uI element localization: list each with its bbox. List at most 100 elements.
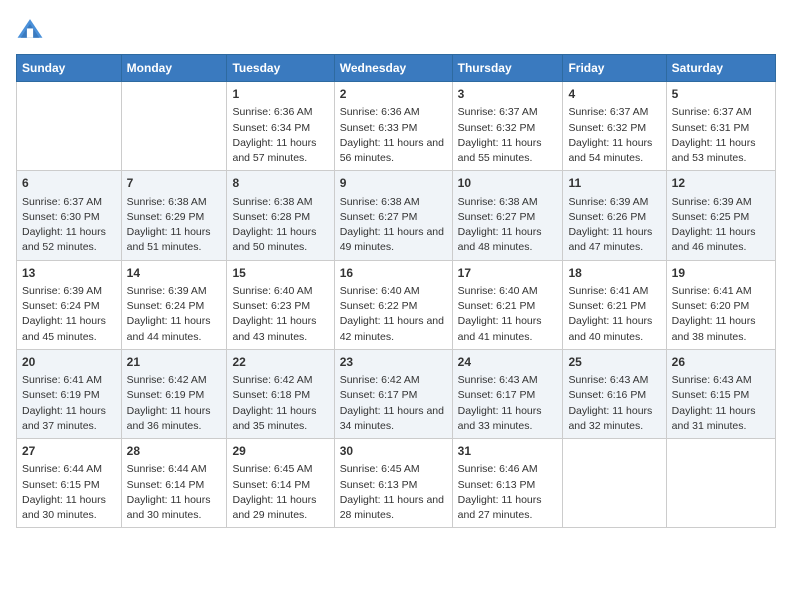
day-content: Sunrise: 6:44 AM Sunset: 6:15 PM Dayligh…: [22, 462, 116, 523]
calendar-cell: 17 Sunrise: 6:40 AM Sunset: 6:21 PM Dayli…: [452, 260, 563, 349]
calendar-cell: 27 Sunrise: 6:44 AM Sunset: 6:15 PM Dayli…: [17, 439, 122, 528]
day-content: Sunrise: 6:42 AM Sunset: 6:17 PM Dayligh…: [340, 373, 447, 434]
calendar-week-row: 27 Sunrise: 6:44 AM Sunset: 6:15 PM Dayli…: [17, 439, 776, 528]
day-content: Sunrise: 6:39 AM Sunset: 6:24 PM Dayligh…: [22, 284, 116, 345]
header-sunday: Sunday: [17, 55, 122, 82]
page-header: [16, 16, 776, 44]
calendar-cell: 20 Sunrise: 6:41 AM Sunset: 6:19 PM Dayli…: [17, 349, 122, 438]
calendar-week-row: 20 Sunrise: 6:41 AM Sunset: 6:19 PM Dayli…: [17, 349, 776, 438]
day-content: Sunrise: 6:45 AM Sunset: 6:14 PM Dayligh…: [232, 462, 328, 523]
calendar-cell: 7 Sunrise: 6:38 AM Sunset: 6:29 PM Daylig…: [121, 171, 227, 260]
day-number: 2: [340, 86, 447, 103]
day-number: 11: [568, 175, 660, 192]
calendar-cell: 28Sunrise: 6:44 AM Sunset: 6:14 PM Dayli…: [121, 439, 227, 528]
calendar-cell: 8 Sunrise: 6:38 AM Sunset: 6:28 PM Daylig…: [227, 171, 334, 260]
day-number: 25: [568, 354, 660, 371]
day-number: 7: [127, 175, 222, 192]
day-number: 31: [458, 443, 558, 460]
calendar-cell: 23 Sunrise: 6:42 AM Sunset: 6:17 PM Dayli…: [334, 349, 452, 438]
day-number: 16: [340, 265, 447, 282]
day-number: 23: [340, 354, 447, 371]
calendar-cell: 25 Sunrise: 6:43 AM Sunset: 6:16 PM Dayli…: [563, 349, 666, 438]
calendar-cell: 30 Sunrise: 6:45 AM Sunset: 6:13 PM Dayli…: [334, 439, 452, 528]
header-thursday: Thursday: [452, 55, 563, 82]
header-monday: Monday: [121, 55, 227, 82]
calendar-cell: 24 Sunrise: 6:43 AM Sunset: 6:17 PM Dayli…: [452, 349, 563, 438]
day-content: Sunrise: 6:39 AM Sunset: 6:26 PM Dayligh…: [568, 195, 660, 256]
day-number: 30: [340, 443, 447, 460]
calendar-cell: 5 Sunrise: 6:37 AM Sunset: 6:31 PM Daylig…: [666, 82, 775, 171]
day-number: 17: [458, 265, 558, 282]
day-number: 28: [127, 443, 222, 460]
calendar-cell: 14Sunrise: 6:39 AM Sunset: 6:24 PM Dayli…: [121, 260, 227, 349]
calendar-cell: [666, 439, 775, 528]
calendar-header-row: SundayMondayTuesdayWednesdayThursdayFrid…: [17, 55, 776, 82]
day-content: Sunrise: 6:43 AM Sunset: 6:16 PM Dayligh…: [568, 373, 660, 434]
day-number: 21: [127, 354, 222, 371]
calendar-cell: 15Sunrise: 6:40 AM Sunset: 6:23 PM Dayli…: [227, 260, 334, 349]
day-number: 20: [22, 354, 116, 371]
day-content: Sunrise: 6:38 AM Sunset: 6:27 PM Dayligh…: [340, 195, 447, 256]
calendar-cell: 29Sunrise: 6:45 AM Sunset: 6:14 PM Dayli…: [227, 439, 334, 528]
calendar-cell: 22 Sunrise: 6:42 AM Sunset: 6:18 PM Dayli…: [227, 349, 334, 438]
day-content: Sunrise: 6:37 AM Sunset: 6:30 PM Dayligh…: [22, 195, 116, 256]
calendar-cell: 18Sunrise: 6:41 AM Sunset: 6:21 PM Dayli…: [563, 260, 666, 349]
day-content: Sunrise: 6:45 AM Sunset: 6:13 PM Dayligh…: [340, 462, 447, 523]
day-content: Sunrise: 6:37 AM Sunset: 6:32 PM Dayligh…: [568, 105, 660, 166]
calendar-cell: 2 Sunrise: 6:36 AM Sunset: 6:33 PM Daylig…: [334, 82, 452, 171]
day-content: Sunrise: 6:37 AM Sunset: 6:32 PM Dayligh…: [458, 105, 558, 166]
calendar-cell: 26 Sunrise: 6:43 AM Sunset: 6:15 PM Dayli…: [666, 349, 775, 438]
calendar-cell: 12Sunrise: 6:39 AM Sunset: 6:25 PM Dayli…: [666, 171, 775, 260]
calendar-cell: 21 Sunrise: 6:42 AM Sunset: 6:19 PM Dayli…: [121, 349, 227, 438]
calendar-cell: 31 Sunrise: 6:46 AM Sunset: 6:13 PM Dayli…: [452, 439, 563, 528]
day-number: 10: [458, 175, 558, 192]
calendar-cell: 4 Sunrise: 6:37 AM Sunset: 6:32 PM Daylig…: [563, 82, 666, 171]
day-content: Sunrise: 6:42 AM Sunset: 6:19 PM Dayligh…: [127, 373, 222, 434]
header-tuesday: Tuesday: [227, 55, 334, 82]
calendar-cell: 9Sunrise: 6:38 AM Sunset: 6:27 PM Daylig…: [334, 171, 452, 260]
calendar-week-row: 1Sunrise: 6:36 AM Sunset: 6:34 PM Daylig…: [17, 82, 776, 171]
day-content: Sunrise: 6:40 AM Sunset: 6:22 PM Dayligh…: [340, 284, 447, 345]
calendar-cell: 19 Sunrise: 6:41 AM Sunset: 6:20 PM Dayli…: [666, 260, 775, 349]
day-content: Sunrise: 6:36 AM Sunset: 6:33 PM Dayligh…: [340, 105, 447, 166]
calendar-week-row: 6Sunrise: 6:37 AM Sunset: 6:30 PM Daylig…: [17, 171, 776, 260]
day-content: Sunrise: 6:38 AM Sunset: 6:29 PM Dayligh…: [127, 195, 222, 256]
header-friday: Friday: [563, 55, 666, 82]
day-content: Sunrise: 6:43 AM Sunset: 6:15 PM Dayligh…: [672, 373, 770, 434]
logo-icon: [16, 16, 44, 44]
calendar-cell: 10 Sunrise: 6:38 AM Sunset: 6:27 PM Dayli…: [452, 171, 563, 260]
day-content: Sunrise: 6:37 AM Sunset: 6:31 PM Dayligh…: [672, 105, 770, 166]
day-content: Sunrise: 6:38 AM Sunset: 6:28 PM Dayligh…: [232, 195, 328, 256]
day-number: 8: [232, 175, 328, 192]
day-content: Sunrise: 6:43 AM Sunset: 6:17 PM Dayligh…: [458, 373, 558, 434]
logo: [16, 16, 48, 44]
calendar-cell: 3 Sunrise: 6:37 AM Sunset: 6:32 PM Daylig…: [452, 82, 563, 171]
day-content: Sunrise: 6:40 AM Sunset: 6:21 PM Dayligh…: [458, 284, 558, 345]
calendar-week-row: 13 Sunrise: 6:39 AM Sunset: 6:24 PM Dayli…: [17, 260, 776, 349]
day-content: Sunrise: 6:41 AM Sunset: 6:21 PM Dayligh…: [568, 284, 660, 345]
day-content: Sunrise: 6:38 AM Sunset: 6:27 PM Dayligh…: [458, 195, 558, 256]
day-content: Sunrise: 6:41 AM Sunset: 6:20 PM Dayligh…: [672, 284, 770, 345]
day-number: 19: [672, 265, 770, 282]
day-number: 26: [672, 354, 770, 371]
calendar-cell: 11 Sunrise: 6:39 AM Sunset: 6:26 PM Dayli…: [563, 171, 666, 260]
day-content: Sunrise: 6:42 AM Sunset: 6:18 PM Dayligh…: [232, 373, 328, 434]
calendar-cell: 16 Sunrise: 6:40 AM Sunset: 6:22 PM Dayli…: [334, 260, 452, 349]
day-number: 5: [672, 86, 770, 103]
day-content: Sunrise: 6:41 AM Sunset: 6:19 PM Dayligh…: [22, 373, 116, 434]
calendar-cell: [121, 82, 227, 171]
day-number: 4: [568, 86, 660, 103]
day-number: 12: [672, 175, 770, 192]
calendar-cell: [563, 439, 666, 528]
day-content: Sunrise: 6:46 AM Sunset: 6:13 PM Dayligh…: [458, 462, 558, 523]
calendar-cell: 1Sunrise: 6:36 AM Sunset: 6:34 PM Daylig…: [227, 82, 334, 171]
day-content: Sunrise: 6:40 AM Sunset: 6:23 PM Dayligh…: [232, 284, 328, 345]
day-number: 22: [232, 354, 328, 371]
day-number: 27: [22, 443, 116, 460]
day-number: 13: [22, 265, 116, 282]
header-saturday: Saturday: [666, 55, 775, 82]
day-number: 3: [458, 86, 558, 103]
header-wednesday: Wednesday: [334, 55, 452, 82]
day-number: 24: [458, 354, 558, 371]
calendar-cell: 13 Sunrise: 6:39 AM Sunset: 6:24 PM Dayli…: [17, 260, 122, 349]
